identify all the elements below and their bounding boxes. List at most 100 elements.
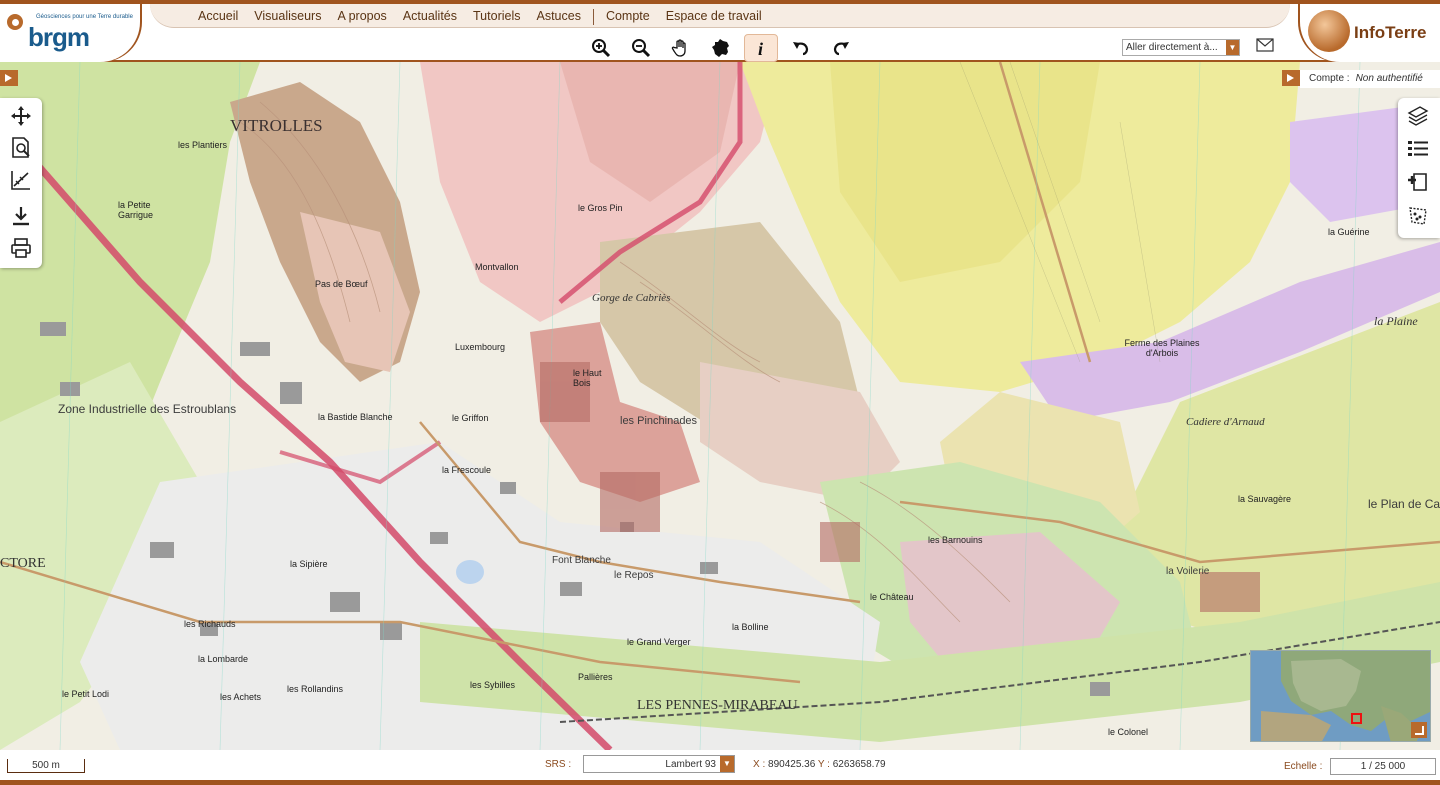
nav-compte[interactable]: Compte (598, 9, 658, 25)
coordinates-readout: X : 890425.36 Y : 6263658.79 (753, 759, 886, 770)
map-label-grand-verger: le Grand Verger (627, 637, 691, 647)
map-label-plantiers: les Plantiers (178, 140, 228, 150)
map-label-guerine: la Guérine (1328, 227, 1370, 237)
map-label-sauvagere: la Sauvagère (1238, 494, 1292, 504)
map-label-barnouins: les Barnouins (928, 535, 983, 545)
scale-bar: 500 m (7, 759, 85, 773)
zoom-in-button[interactable] (584, 34, 618, 62)
infoterre-logo-block[interactable]: InfoTerre (1300, 4, 1440, 62)
redo-button[interactable] (824, 34, 858, 62)
add-layer-icon[interactable] (1406, 170, 1430, 194)
map-label-petit-lodi: le Petit Lodi (62, 689, 110, 699)
scale-input[interactable]: 1 / 25 000 (1330, 758, 1436, 775)
chevron-down-icon: ▼ (1226, 40, 1239, 55)
map-label-pennes-mirabeau: LES PENNES-MIRABEAU (637, 698, 798, 713)
search-document-icon[interactable] (9, 136, 33, 160)
pan-button[interactable] (664, 34, 698, 62)
account-status[interactable]: Compte : Non authentifié (1300, 70, 1440, 88)
y-value: 6263658.79 (832, 759, 886, 770)
zoom-out-button[interactable] (624, 34, 658, 62)
nav-accueil[interactable]: Accueil (190, 9, 246, 25)
map-label-petite-garrigue: la Petite Garrigue (118, 200, 154, 220)
map-label-sipiere: la Sipière (290, 559, 328, 569)
map-label-chateau: le Château (870, 592, 914, 602)
overview-expand-button[interactable] (1411, 722, 1427, 738)
nav-separator (592, 9, 594, 25)
map-label-voilerie: la Voilerie (1166, 566, 1210, 577)
map-label-sybilles: les Sybilles (470, 680, 516, 690)
scale-label: Echelle : (1284, 761, 1323, 772)
nav-astuces[interactable]: Astuces (528, 9, 588, 25)
undo-icon (793, 42, 809, 56)
full-extent-button[interactable] (704, 34, 738, 62)
map-label-plaines-arbois: Ferme des Plaines d'Arbois (1124, 338, 1200, 358)
srs-select-value: Lambert 93 (665, 759, 716, 770)
main-nav: Accueil Visualiseurs A propos Actualités… (190, 9, 770, 25)
right-toolbar (1398, 98, 1440, 238)
map-label-montvallon: Montvallon (475, 262, 519, 272)
nav-tutoriels[interactable]: Tutoriels (465, 9, 528, 25)
map-label-richauds: les Richauds (184, 619, 236, 629)
chevron-down-icon: ▼ (720, 756, 734, 772)
undo-button[interactable] (784, 34, 818, 62)
brgm-tagline: Géosciences pour une Terre durable (36, 14, 133, 20)
map-label-frescoule: la Frescoule (442, 465, 492, 475)
selection-icon[interactable] (1406, 204, 1430, 228)
mail-icon[interactable] (1256, 38, 1274, 52)
header: Géosciences pour une Terre durable brgm … (0, 0, 1440, 62)
right-panel-expand-button[interactable] (1282, 70, 1300, 86)
legend-list-icon[interactable] (1406, 138, 1430, 162)
map-label-la-plaine: la Plaine (1374, 314, 1418, 328)
goto-select[interactable]: Aller directement à... ▼ (1122, 39, 1240, 56)
print-icon[interactable] (9, 236, 33, 260)
map-label-ctore: CTORE (0, 556, 46, 571)
map-label-plan-de-ca: le Plan de Ca (1368, 497, 1440, 511)
brgm-name: brgm (28, 22, 90, 52)
map-label-pinchinades: les Pinchinades (620, 415, 698, 427)
nav-visualiseurs[interactable]: Visualiseurs (246, 9, 329, 25)
map-label-haut-bois: le Haut Bois (573, 368, 602, 388)
srs-select[interactable]: Lambert 93 ▼ (583, 755, 735, 773)
info-button[interactable]: i (744, 34, 778, 62)
map-label-cadiere: Cadiere d'Arnaud (1186, 416, 1265, 428)
nav-espace-de-travail[interactable]: Espace de travail (658, 9, 770, 25)
infoterre-logo-icon (1308, 10, 1350, 52)
left-panel-expand-button[interactable] (0, 70, 18, 86)
infoterre-app: Géosciences pour une Terre durable brgm … (0, 0, 1440, 785)
x-value: 890425.36 (768, 759, 816, 770)
overview-map-canvas (1251, 651, 1430, 741)
info-icon: i (758, 39, 763, 58)
nav-a-propos[interactable]: A propos (329, 9, 394, 25)
map-label-pas-boeuf: Pas de Bœuf (315, 279, 368, 289)
map-label-estroublans: Zone Industrielle des Estroublans (58, 402, 237, 416)
layers-icon[interactable] (1406, 104, 1430, 128)
left-toolbar (0, 98, 42, 268)
map-label-achets: les Achets (220, 692, 262, 702)
y-label: Y : (817, 759, 830, 770)
map-label-bolline: la Bolline (732, 622, 769, 632)
brgm-logo[interactable]: Géosciences pour une Terre durable brgm (0, 4, 140, 62)
geological-map[interactable]: VITROLLES LES PENNES-MIRABEAU CTORE Zone… (0, 62, 1440, 750)
map-label-gorge: Gorge de Cabriès (592, 292, 671, 304)
brgm-logo-mark (7, 14, 23, 30)
measure-icon[interactable] (9, 168, 33, 192)
map-label-lombarde: la Lombarde (198, 654, 249, 664)
map-label-luxembourg: Luxembourg (455, 342, 506, 352)
download-icon[interactable] (9, 204, 33, 228)
france-map-icon (712, 39, 729, 57)
map-label-repos: le Repos (614, 570, 654, 581)
map-label-gros-pin: le Gros Pin (578, 203, 623, 213)
status-bar: 500 m SRS : Lambert 93 ▼ X : 890425.36 Y… (0, 750, 1440, 785)
map-label-rollandins: les Rollandins (287, 684, 344, 694)
map-label-colonel: le Colonel (1108, 727, 1149, 737)
map-label-bastide-blanche: la Bastide Blanche (318, 412, 393, 422)
zoom-out-icon (632, 39, 651, 58)
infoterre-title: InfoTerre (1354, 23, 1427, 42)
map-toolbar: i (584, 34, 858, 62)
x-label: X : (753, 759, 766, 770)
map-label-griffon: le Griffon (452, 413, 489, 423)
move-icon[interactable] (9, 104, 33, 128)
map-label-vitrolles: VITROLLES (230, 116, 323, 135)
overview-map[interactable] (1250, 650, 1431, 742)
nav-actualites[interactable]: Actualités (395, 9, 465, 25)
